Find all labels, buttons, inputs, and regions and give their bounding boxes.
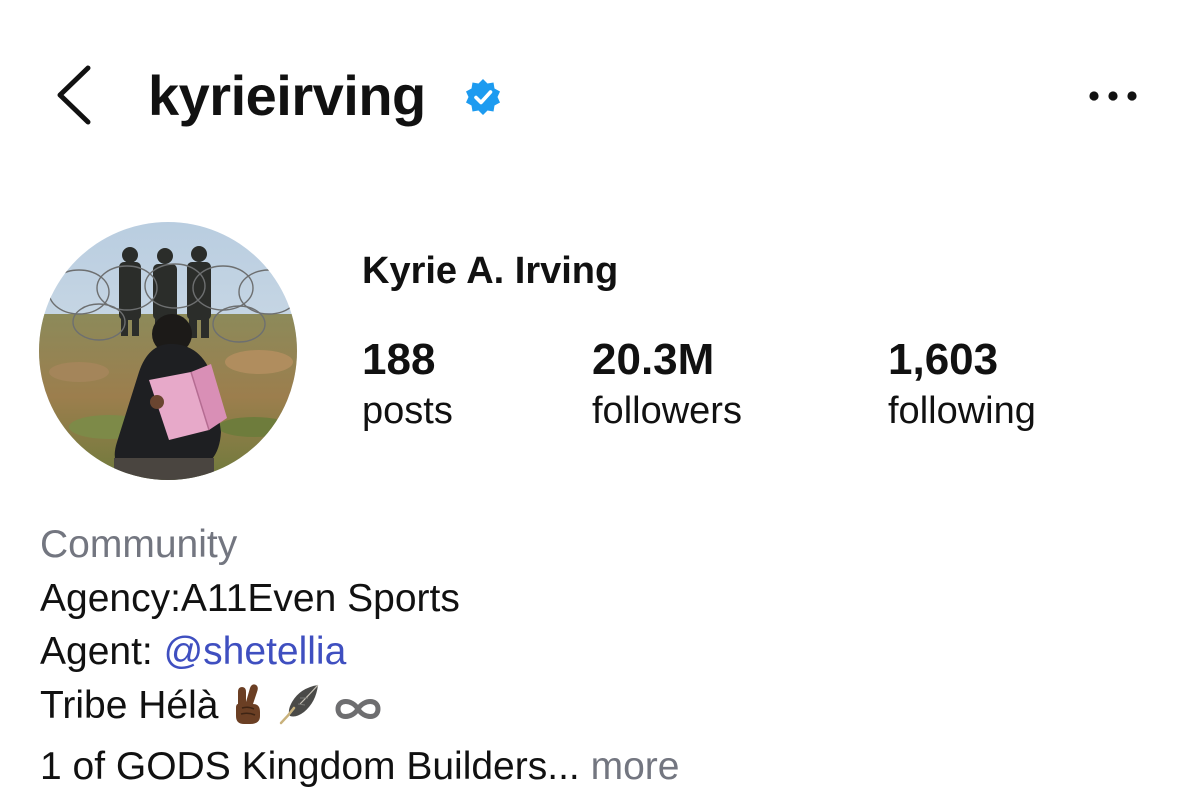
- profile-bio: Community Agency:A11Even Sports Agent: @…: [40, 518, 679, 794]
- feather-icon: [278, 682, 322, 741]
- bio-more-link[interactable]: more: [591, 745, 680, 788]
- more-options-button[interactable]: [1086, 86, 1140, 106]
- profile-category: Community: [40, 523, 238, 566]
- agent-prefix: Agent:: [40, 630, 164, 673]
- chevron-left-icon: [57, 65, 91, 125]
- tribe-text: Tribe Hélà: [40, 683, 219, 727]
- infinity-icon: [332, 687, 384, 741]
- profile-display-name: Kyrie A. Irving: [362, 250, 619, 292]
- following-stat[interactable]: 1,603 following: [888, 334, 1036, 436]
- following-count: 1,603: [888, 335, 999, 384]
- verified-badge-icon: [464, 78, 502, 116]
- following-label: following: [888, 390, 1036, 432]
- back-button[interactable]: [50, 62, 98, 128]
- ellipsis-icon: [1089, 91, 1137, 101]
- profile-header: kyrieirving: [0, 0, 1191, 190]
- followers-label: followers: [592, 390, 742, 432]
- bio-agency-line: Agency:A11Even Sports: [40, 576, 460, 620]
- crossed-fingers-icon: [228, 682, 268, 741]
- posts-stat[interactable]: 188 posts: [362, 334, 453, 436]
- bio-truncated-text: 1 of GODS Kingdom Builders...: [40, 745, 580, 788]
- bio-agent-line: Agent: @shetellia: [40, 625, 679, 679]
- followers-stat[interactable]: 20.3M followers: [592, 334, 742, 436]
- profile-avatar[interactable]: [39, 222, 297, 480]
- posts-count: 188: [362, 335, 436, 384]
- bio-last-line: 1 of GODS Kingdom Builders... more: [40, 740, 679, 794]
- posts-label: posts: [362, 390, 453, 432]
- profile-username: kyrieirving: [148, 64, 426, 127]
- bio-tribe-line: Tribe Hélà: [40, 679, 679, 741]
- agent-mention-link[interactable]: @shetellia: [164, 630, 347, 673]
- followers-count: 20.3M: [592, 335, 715, 384]
